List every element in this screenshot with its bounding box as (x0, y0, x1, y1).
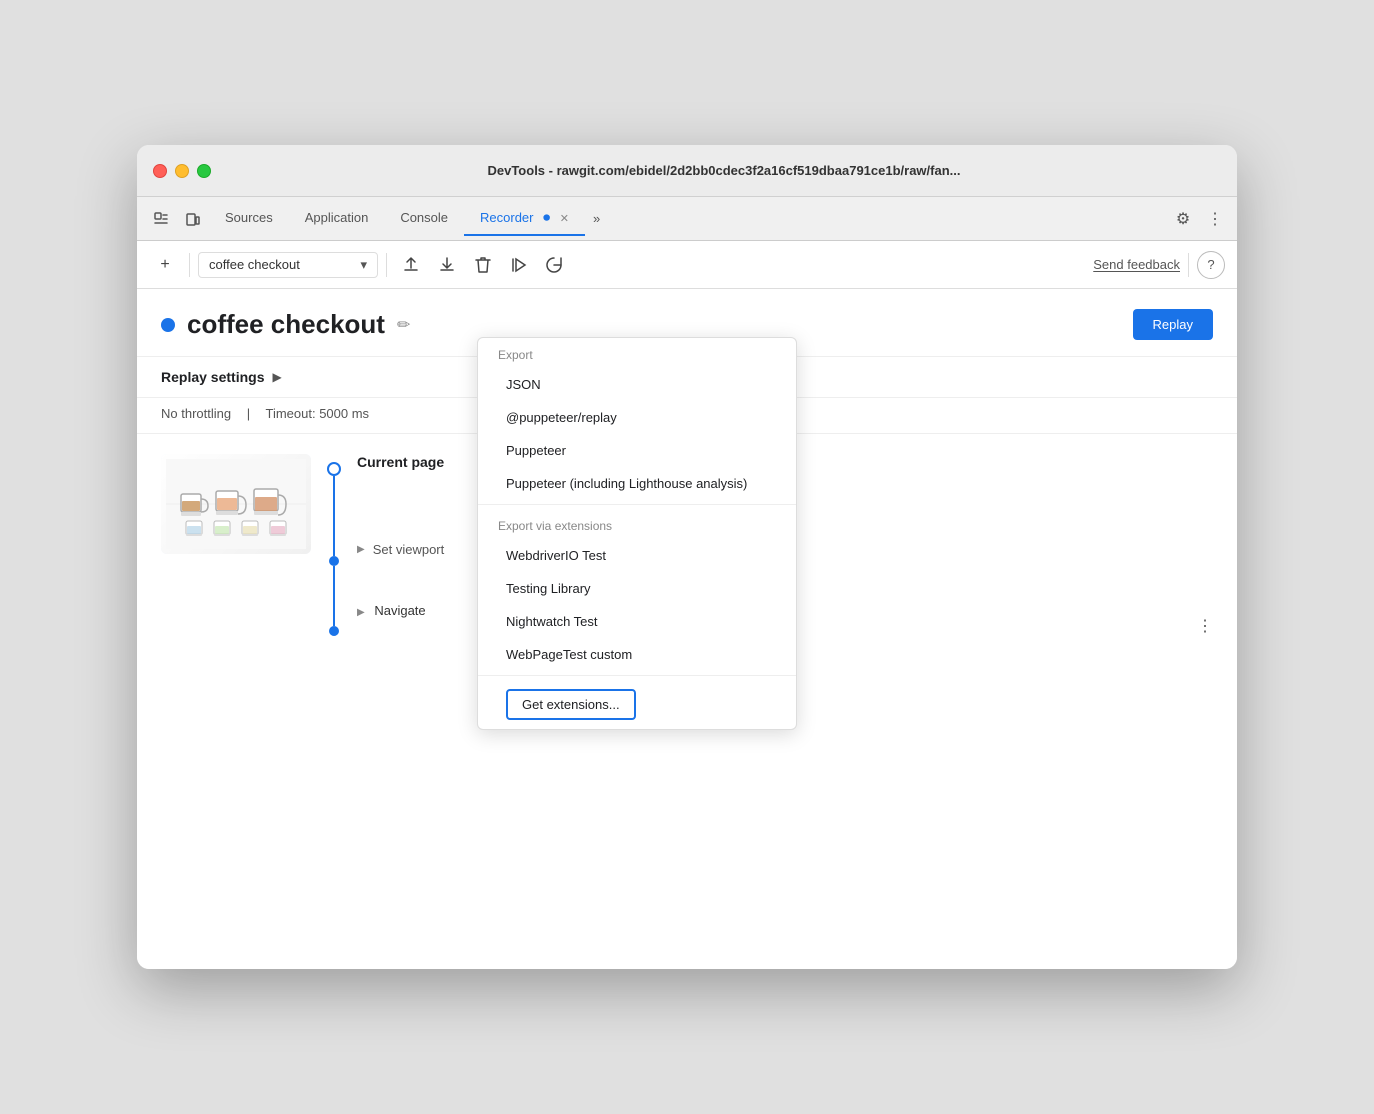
recording-title: coffee checkout (187, 309, 385, 340)
export-section-label: Export (478, 338, 796, 368)
tab-overflow-btn[interactable]: » (585, 207, 608, 230)
export-json[interactable]: JSON (478, 368, 796, 401)
help-button[interactable]: ? (1197, 251, 1225, 279)
step-thumbnail (161, 454, 311, 554)
delete-button[interactable] (467, 249, 499, 281)
export-puppeteer-replay[interactable]: @puppeteer/replay (478, 401, 796, 434)
export-puppeteer[interactable]: Puppeteer (478, 434, 796, 467)
throttling-value: No throttling (161, 406, 231, 421)
tabs-list: Sources Application Console Recorder ⏺ ✕… (209, 201, 1169, 236)
edit-title-icon[interactable]: ✏ (397, 315, 410, 335)
title-bar: DevTools - rawgit.com/ebidel/2d2bb0cdec3… (137, 145, 1237, 197)
export-via-label: Export via extensions (478, 509, 796, 539)
dropdown-separator (478, 504, 796, 505)
tab-recorder[interactable]: Recorder ⏺ ✕ (464, 201, 585, 236)
inspector-icon[interactable] (145, 203, 177, 235)
recording-name: coffee checkout (209, 257, 300, 272)
play-step-button[interactable] (503, 249, 535, 281)
step-expand-icon: ▶ (357, 544, 365, 555)
slow-replay-button[interactable] (539, 249, 571, 281)
navigate-expand-icon: ▶ (357, 607, 365, 618)
toolbar-divider-3 (1188, 253, 1189, 277)
tab-close-icon[interactable]: ✕ (560, 213, 569, 225)
add-recording-button[interactable]: + (149, 249, 181, 281)
get-extensions-row: Get extensions... (478, 680, 796, 729)
tabs-right: ⚙ ⋮ (1169, 205, 1229, 233)
get-extensions-button[interactable]: Get extensions... (506, 689, 636, 720)
export-dropdown[interactable]: Export JSON @puppeteer/replay Puppeteer … (477, 337, 797, 730)
replay-settings-expand-icon: ▶ (272, 370, 281, 384)
timeline-dot-2 (329, 626, 339, 636)
replay-settings-label: Replay settings (161, 369, 264, 385)
window-title: DevTools - rawgit.com/ebidel/2d2bb0cdec3… (227, 163, 1221, 178)
export-webpagetest[interactable]: WebPageTest custom (478, 638, 796, 671)
step-timeline (327, 462, 341, 636)
maximize-button[interactable] (197, 164, 211, 178)
tab-application[interactable]: Application (289, 202, 385, 235)
download-button[interactable] (431, 249, 463, 281)
timeline-line-2 (333, 566, 335, 626)
set-viewport-label: Set viewport (373, 542, 445, 557)
export-testing-library[interactable]: Testing Library (478, 572, 796, 605)
traffic-lights (153, 164, 211, 178)
export-webdriverio[interactable]: WebdriverIO Test (478, 539, 796, 572)
recorder-main: coffee checkout ✏ Replay Replay settings… (137, 289, 1237, 969)
recording-selector[interactable]: coffee checkout ▾ (198, 252, 378, 278)
settings-icon[interactable]: ⚙ (1169, 205, 1197, 233)
more-options-icon[interactable]: ⋮ (1201, 205, 1229, 233)
tab-sources[interactable]: Sources (209, 202, 289, 235)
export-puppeteer-lighthouse[interactable]: Puppeteer (including Lighthouse analysis… (478, 467, 796, 500)
replay-button[interactable]: Replay (1133, 309, 1213, 340)
close-button[interactable] (153, 164, 167, 178)
export-nightwatch[interactable]: Nightwatch Test (478, 605, 796, 638)
recorder-toolbar: + coffee checkout ▾ (137, 241, 1237, 289)
upload-button[interactable] (395, 249, 427, 281)
timeline-circle-1 (327, 462, 341, 476)
minimize-button[interactable] (175, 164, 189, 178)
timeline-dot-1 (329, 556, 339, 566)
dropdown-separator-2 (478, 675, 796, 676)
devtools-window: DevTools - rawgit.com/ebidel/2d2bb0cdec3… (137, 145, 1237, 969)
devtools-tabs: Sources Application Console Recorder ⏺ ✕… (137, 197, 1237, 241)
timeout-value: Timeout: 5000 ms (266, 406, 370, 421)
recorder-icon: ⏺ (543, 209, 550, 225)
toolbar-divider-1 (189, 253, 190, 277)
chevron-down-icon: ▾ (360, 257, 367, 273)
more-options-icon[interactable]: ⋮ (1197, 616, 1213, 636)
send-feedback-link[interactable]: Send feedback (1093, 257, 1180, 272)
navigate-label: Navigate (374, 603, 425, 618)
timeline-line-1 (333, 476, 335, 556)
toolbar-divider-2 (386, 253, 387, 277)
thumbnail-image (161, 454, 311, 554)
device-icon[interactable] (177, 203, 209, 235)
recording-indicator (161, 318, 175, 332)
tab-console[interactable]: Console (384, 202, 464, 235)
separator: | (247, 406, 250, 421)
